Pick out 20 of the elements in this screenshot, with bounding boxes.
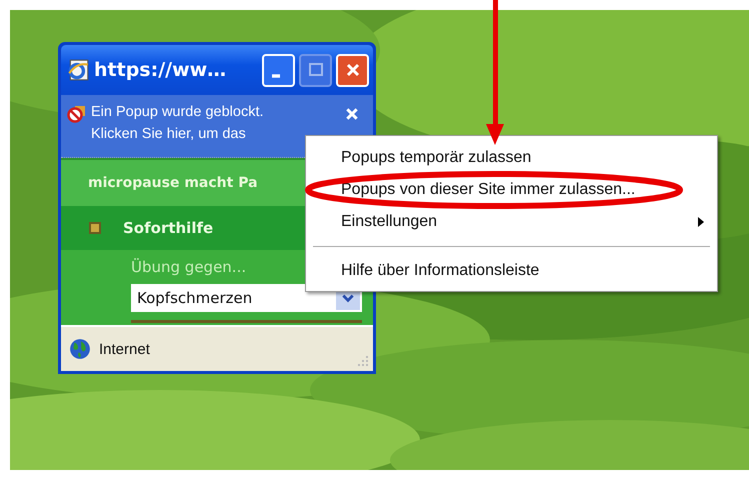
- minimize-button[interactable]: [262, 54, 295, 86]
- zone-label: Internet: [99, 340, 151, 358]
- submenu-arrow-icon: [698, 217, 704, 227]
- resize-grip-icon[interactable]: [357, 355, 369, 367]
- blocked-icon: [67, 104, 87, 124]
- menu-item[interactable]: Hilfe über Informationsleiste: [309, 255, 714, 287]
- bullet-icon: [89, 222, 101, 234]
- globe-icon: [69, 338, 91, 360]
- minimize-icon: [272, 74, 280, 78]
- field-label: Übung gegen...: [131, 258, 246, 276]
- menu-item[interactable]: Popups von dieser Site immer zulassen...: [309, 174, 714, 206]
- info-message: Ein Popup wurde geblockt. Klicken Sie hier, um das: [91, 103, 264, 144]
- select-field[interactable]: Kopfschmerzen: [131, 284, 362, 312]
- maximize-button[interactable]: [299, 54, 332, 86]
- window-title: https://ww…: [94, 59, 228, 81]
- nav-label: Soforthilfe: [123, 219, 214, 237]
- browser-icon: [66, 58, 90, 82]
- close-button[interactable]: [336, 54, 369, 86]
- close-icon[interactable]: [345, 107, 359, 121]
- site-header: micropause macht Pa: [88, 175, 258, 191]
